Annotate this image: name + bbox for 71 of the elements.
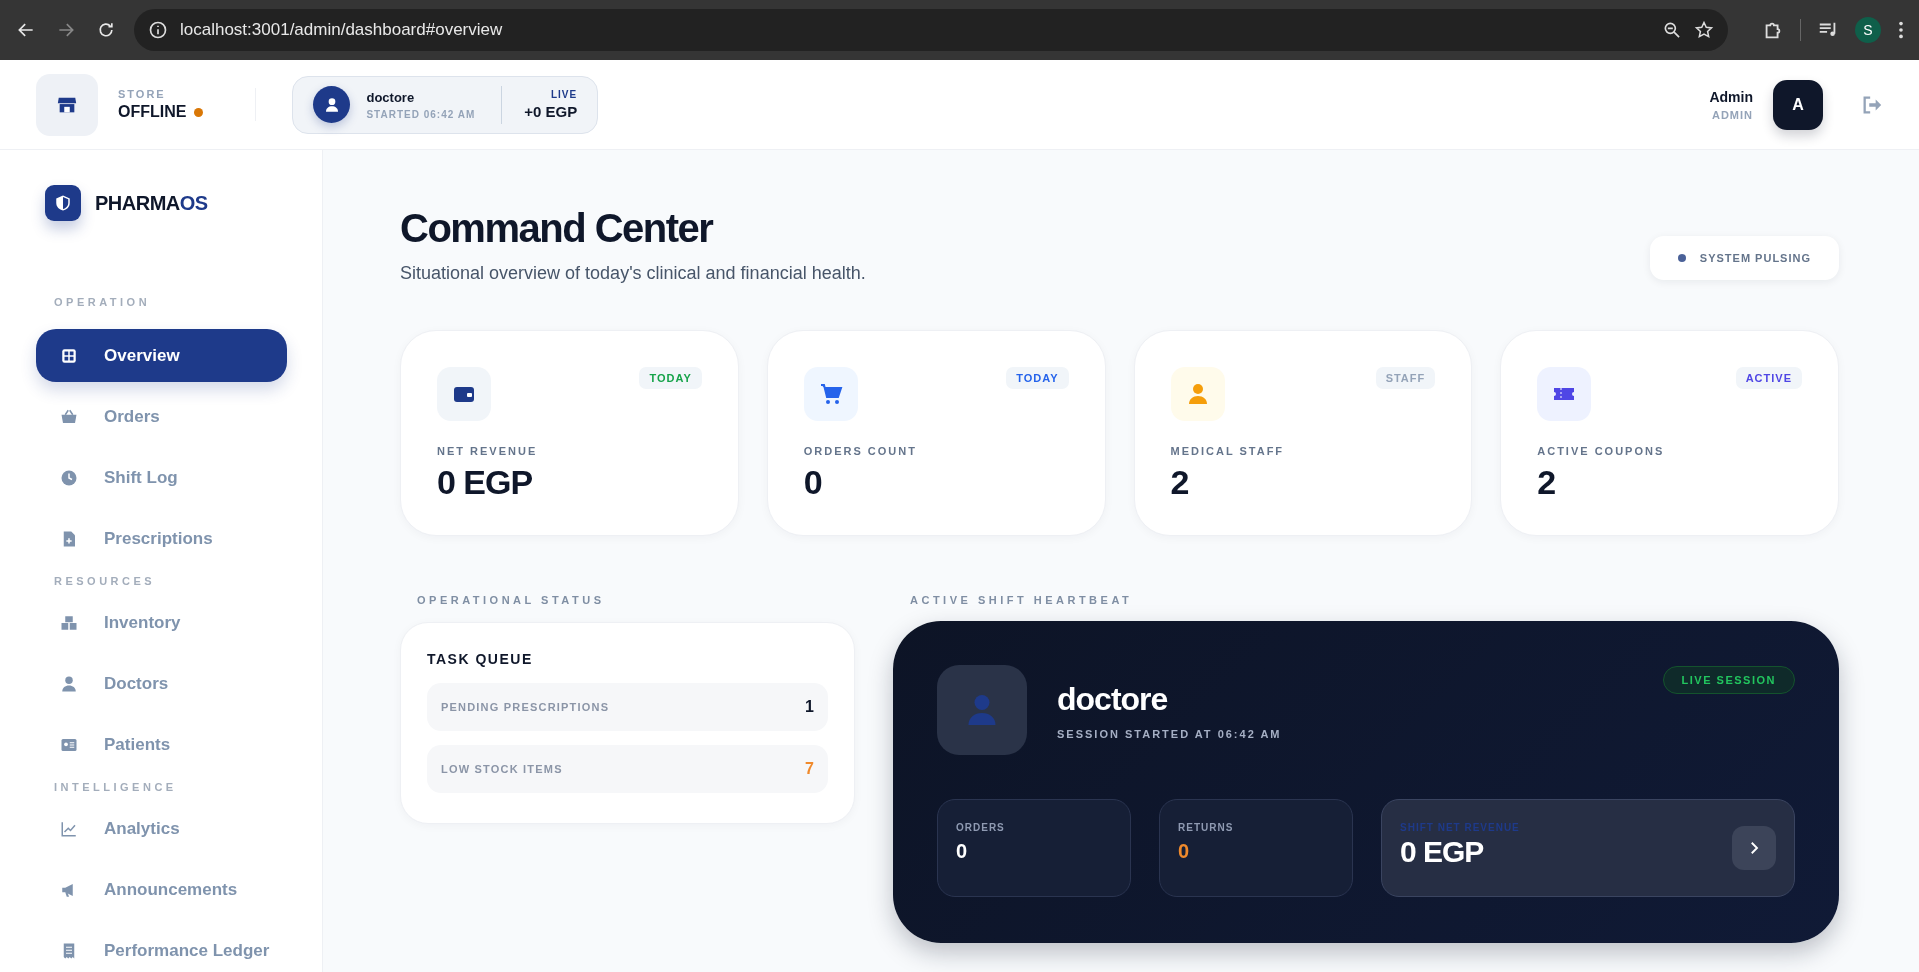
grid-icon <box>60 346 78 365</box>
user-avatar[interactable]: A <box>1773 79 1823 130</box>
session-start: SESSION STARTED AT 06:42 AM <box>1057 727 1282 740</box>
shield-icon <box>54 194 72 212</box>
store-status: OFFLINE <box>118 103 187 121</box>
task-count: 1 <box>805 698 814 716</box>
stat-label: NET REVENUE <box>437 445 539 457</box>
address-bar[interactable]: localhost:3001/admin/dashboard#overview <box>134 9 1728 51</box>
task-label: LOW STOCK ITEMS <box>441 763 563 775</box>
chart-icon <box>60 819 78 838</box>
basket-icon <box>60 407 78 426</box>
sidebar-item[interactable]: Patients <box>36 718 287 771</box>
stat-value: 2 <box>1537 463 1557 502</box>
sidebar-item[interactable]: Performance Ledger <box>36 924 287 972</box>
stat-value: 0 EGP <box>437 463 534 502</box>
user-name: Admin <box>1709 88 1753 105</box>
url-text: localhost:3001/admin/dashboard#overview <box>180 20 504 40</box>
reload-icon[interactable] <box>96 20 116 40</box>
section-title: ACTIVE SHIFT HEARTBEAT <box>910 594 1134 608</box>
section-title: OPERATIONAL STATUS <box>417 594 606 608</box>
shift-name: doctore <box>366 89 416 105</box>
metric-label: RETURNS <box>1178 822 1235 833</box>
live-session-badge: LIVE SESSION <box>1662 666 1795 694</box>
section-title: OPERATION <box>54 295 152 310</box>
zoom-out-icon[interactable] <box>1662 20 1682 40</box>
stat-tag: TODAY <box>639 367 702 389</box>
live-label: LIVE <box>550 89 578 100</box>
stat-label: ORDERS COUNT <box>803 445 918 457</box>
section-title: RESOURCES <box>54 574 157 589</box>
metric-label: ORDERS <box>956 822 1006 833</box>
doctor-icon <box>323 96 340 113</box>
stat-tag: TODAY <box>1006 367 1069 389</box>
stat-value: 0 <box>803 463 823 502</box>
sidebar-item[interactable]: Announcements <box>36 863 287 916</box>
task-label: PENDING PRESCRIPTIONS <box>441 701 610 713</box>
shift-start: STARTED 06:42 AM <box>366 108 476 120</box>
page-subtitle: Situational overview of today's clinical and financial health. <box>400 263 866 284</box>
stat-value: 2 <box>1170 463 1190 502</box>
star-icon[interactable] <box>1694 20 1714 40</box>
clock-icon <box>60 468 78 487</box>
stat-label: MEDICAL STAFF <box>1170 445 1286 457</box>
section-title: INTELLIGENCE <box>54 780 178 795</box>
task-count: 7 <box>805 760 814 778</box>
metric-label: SHIFT NET REVENUE <box>1400 822 1521 833</box>
store-label: STORE <box>118 88 167 100</box>
page-title: Command Center <box>400 206 714 251</box>
brand-name: PHARMAOS <box>95 191 208 215</box>
sidebar-item[interactable]: Shift Log <box>36 451 287 504</box>
card-title: TASK QUEUE <box>427 651 534 667</box>
stat-label: ACTIVE COUPONS <box>1537 445 1666 457</box>
user-role: ADMIN <box>1711 108 1753 121</box>
cart-icon <box>818 382 843 406</box>
shift-amount: +0 EGP <box>524 103 578 120</box>
stat-tag: STAFF <box>1375 367 1436 389</box>
profile-avatar[interactable]: S <box>1855 17 1881 43</box>
sidebar-item[interactable]: Prescriptions <box>36 512 287 565</box>
more-icon[interactable] <box>1897 19 1905 41</box>
stat-tag: ACTIVE <box>1735 367 1802 389</box>
metric-value: 0 <box>1178 840 1191 863</box>
sidebar-item[interactable]: Doctors <box>36 657 287 710</box>
info-icon[interactable] <box>148 20 168 40</box>
sidebar-item[interactable]: Inventory <box>36 596 287 649</box>
metric-value: 0 EGP <box>1400 835 1485 869</box>
sidebar-item[interactable]: Orders <box>36 390 287 443</box>
system-status-pill: SYSTEM PULSING <box>1649 236 1839 280</box>
metric-value: 0 <box>956 840 969 863</box>
doctor-name: doctore <box>1057 680 1169 718</box>
sidebar-item[interactable]: Overview <box>36 329 287 382</box>
sidebar-item[interactable]: Analytics <box>36 802 287 855</box>
boxes-icon <box>60 613 78 632</box>
doctor-icon <box>60 674 78 693</box>
